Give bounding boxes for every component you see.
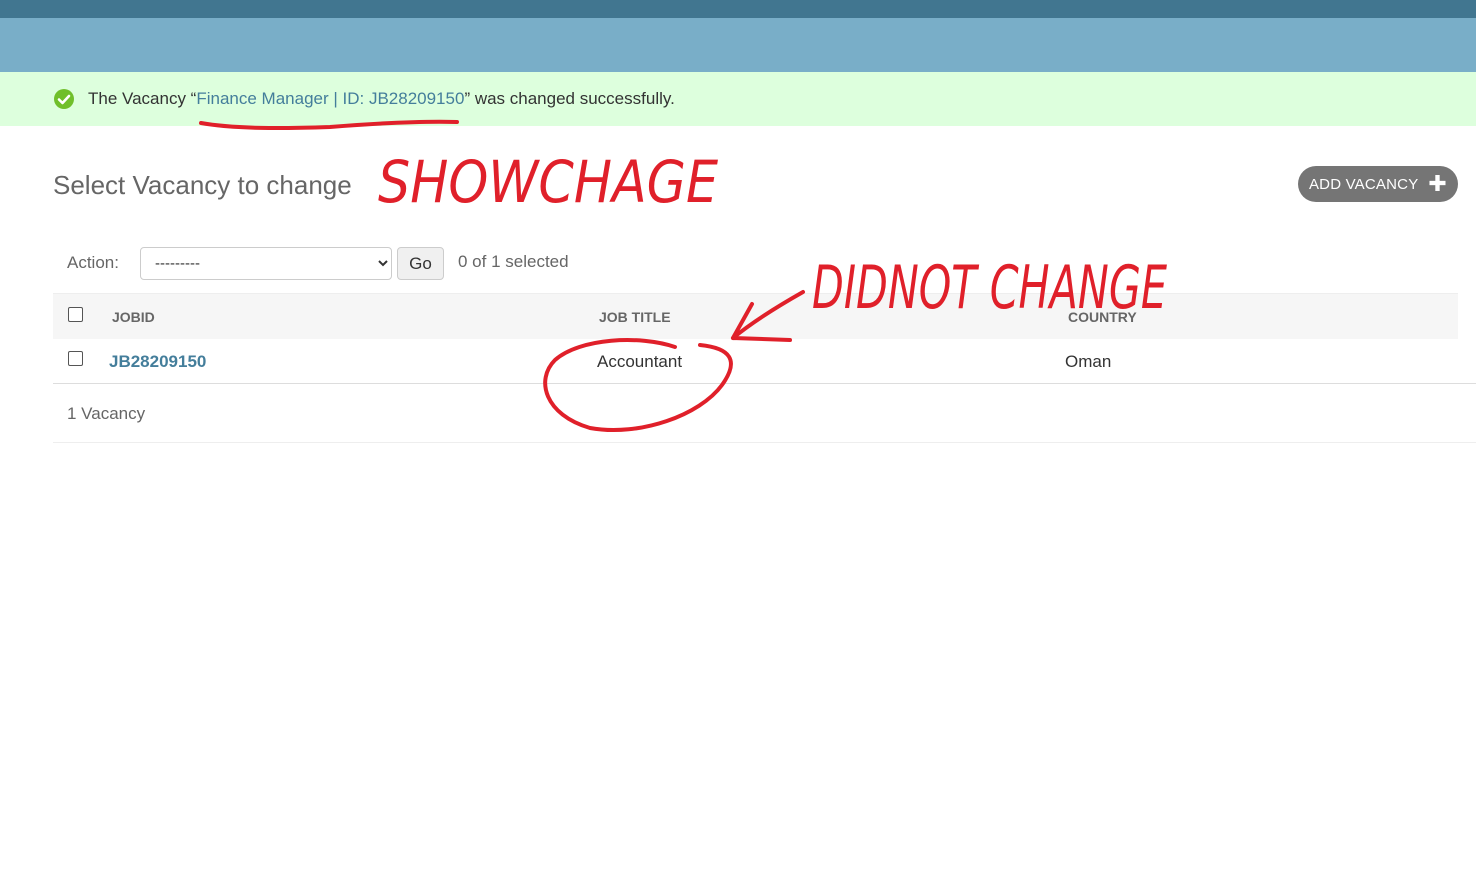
message-prefix: The Vacancy “: [88, 89, 197, 108]
selected-count: 0 of 1 selected: [458, 252, 569, 271]
table-row: JB28209150 Accountant Oman: [53, 339, 1476, 384]
action-label: Action:: [67, 253, 119, 272]
action-select[interactable]: ---------: [140, 247, 392, 280]
paginator: 1 Vacancy: [53, 384, 1476, 443]
top-bar: [0, 0, 1476, 18]
table-header: JOBID JOB TITLE COUNTRY: [53, 293, 1458, 340]
message-suffix: ” was changed successfully.: [464, 89, 675, 108]
header-bar: [0, 18, 1476, 72]
jobid-link[interactable]: JB28209150: [109, 352, 206, 371]
go-button[interactable]: Go: [397, 247, 444, 280]
plus-icon: ✚: [1428, 171, 1448, 196]
result-count: 1 Vacancy: [67, 404, 146, 423]
add-vacancy-label: ADD VACANCY: [1308, 175, 1419, 193]
add-vacancy-button[interactable]: ADD VACANCY ✚: [1298, 166, 1458, 202]
row-checkbox[interactable]: [68, 351, 83, 366]
jobid-cell: JB28209150: [109, 352, 206, 372]
column-header-country[interactable]: COUNTRY: [1068, 309, 1137, 325]
annotation-show-change: SHOWCHAGE: [378, 148, 718, 216]
column-header-job-title[interactable]: JOB TITLE: [599, 309, 671, 325]
success-message-text: The Vacancy “Finance Manager | ID: JB282…: [88, 89, 675, 109]
success-message: The Vacancy “Finance Manager | ID: JB282…: [0, 72, 1476, 126]
select-all-checkbox[interactable]: [68, 307, 83, 322]
column-header-jobid[interactable]: JOBID: [112, 309, 155, 325]
country-cell: Oman: [1065, 352, 1112, 371]
page-title: Select Vacancy to change: [53, 170, 352, 200]
job-title-cell: Accountant: [597, 352, 683, 371]
success-check-icon: [54, 89, 74, 109]
vacancy-link[interactable]: Finance Manager | ID: JB28209150: [196, 89, 464, 108]
